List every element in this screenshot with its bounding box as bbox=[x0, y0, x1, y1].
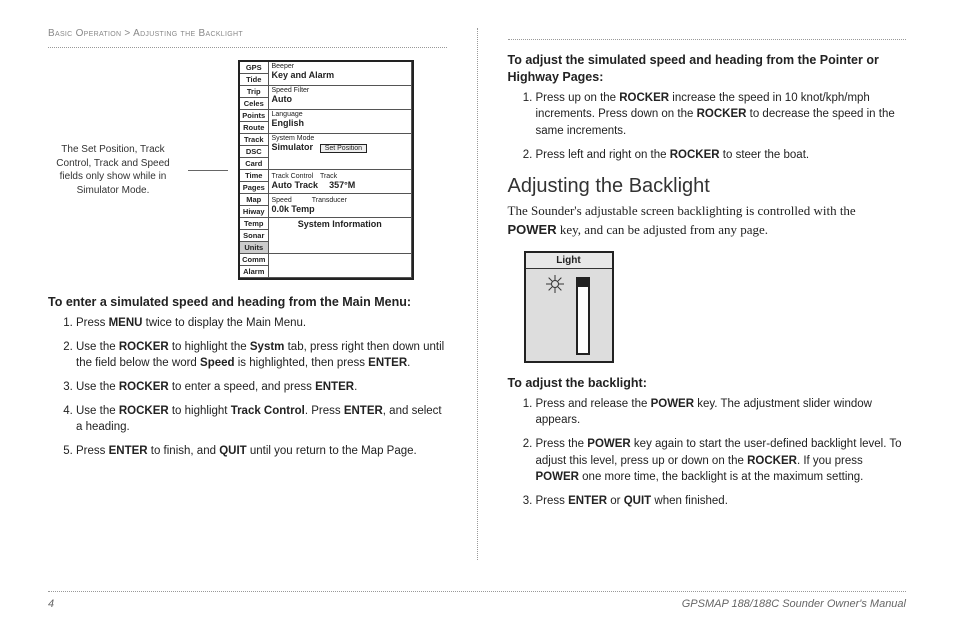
list-item: Press ENTER or QUIT when finished. bbox=[536, 493, 907, 510]
breadcrumb-section: Basic Operation bbox=[48, 28, 121, 39]
list-item: Use the ROCKER to highlight the Systm ta… bbox=[76, 339, 447, 372]
right-column: To adjust the simulated speed and headin… bbox=[508, 28, 907, 560]
list-item: Use the ROCKER to highlight Track Contro… bbox=[76, 403, 447, 436]
gps-tab-systm-active: Units bbox=[240, 242, 268, 254]
list-item: Press and release the POWER key. The adj… bbox=[536, 396, 907, 429]
annotation-leader-line bbox=[188, 170, 228, 171]
list-item: Press the POWER key again to start the u… bbox=[536, 436, 907, 486]
right-lead-2: To adjust the backlight: bbox=[508, 375, 907, 392]
left-lead: To enter a simulated speed and heading f… bbox=[48, 294, 447, 311]
gps-screenshot: GPS BeeperKey and Alarm Tide Trip Speed … bbox=[238, 60, 414, 280]
backlight-widget-title: Light bbox=[526, 253, 612, 269]
backlight-slider bbox=[576, 277, 590, 355]
divider bbox=[508, 39, 907, 40]
backlight-widget: Light bbox=[524, 251, 614, 363]
list-item: Press ENTER to finish, and QUIT until yo… bbox=[76, 443, 447, 460]
right-steps-1: Press up on the ROCKER increase the spee… bbox=[508, 90, 907, 164]
manual-title: GPSMAP 188/188C Sounder Owner's Manual bbox=[682, 598, 906, 610]
right-steps-2: Press and release the POWER key. The adj… bbox=[508, 396, 907, 510]
set-position-button: Set Position bbox=[320, 144, 367, 153]
breadcrumb-sub: Adjusting the Backlight bbox=[133, 28, 243, 39]
right-lead-1: To adjust the simulated speed and headin… bbox=[508, 52, 907, 86]
brightness-icon bbox=[548, 277, 562, 291]
divider bbox=[48, 47, 447, 48]
list-item: Press left and right on the ROCKER to st… bbox=[536, 147, 907, 164]
figure-row: The Set Position, Track Control, Track a… bbox=[48, 60, 447, 280]
breadcrumb-sep: > bbox=[124, 28, 130, 39]
figure-annotation: The Set Position, Track Control, Track a… bbox=[48, 143, 178, 197]
list-item: Press MENU twice to display the Main Men… bbox=[76, 315, 447, 332]
breadcrumb: Basic Operation > Adjusting the Backligh… bbox=[48, 28, 447, 39]
list-item: Use the ROCKER to enter a speed, and pre… bbox=[76, 379, 447, 396]
gps-tab: GPS bbox=[240, 62, 268, 74]
left-steps: Press MENU twice to display the Main Men… bbox=[48, 315, 447, 460]
page-body: Basic Operation > Adjusting the Backligh… bbox=[0, 0, 954, 570]
page-number: 4 bbox=[48, 598, 54, 610]
left-column: Basic Operation > Adjusting the Backligh… bbox=[48, 28, 447, 560]
list-item: Press up on the ROCKER increase the spee… bbox=[536, 90, 907, 140]
page-footer: 4 GPSMAP 188/188C Sounder Owner's Manual bbox=[48, 591, 906, 610]
column-divider bbox=[477, 28, 478, 560]
body-paragraph: The Sounder's adjustable screen backligh… bbox=[508, 202, 907, 238]
section-heading: Adjusting the Backlight bbox=[508, 175, 907, 198]
